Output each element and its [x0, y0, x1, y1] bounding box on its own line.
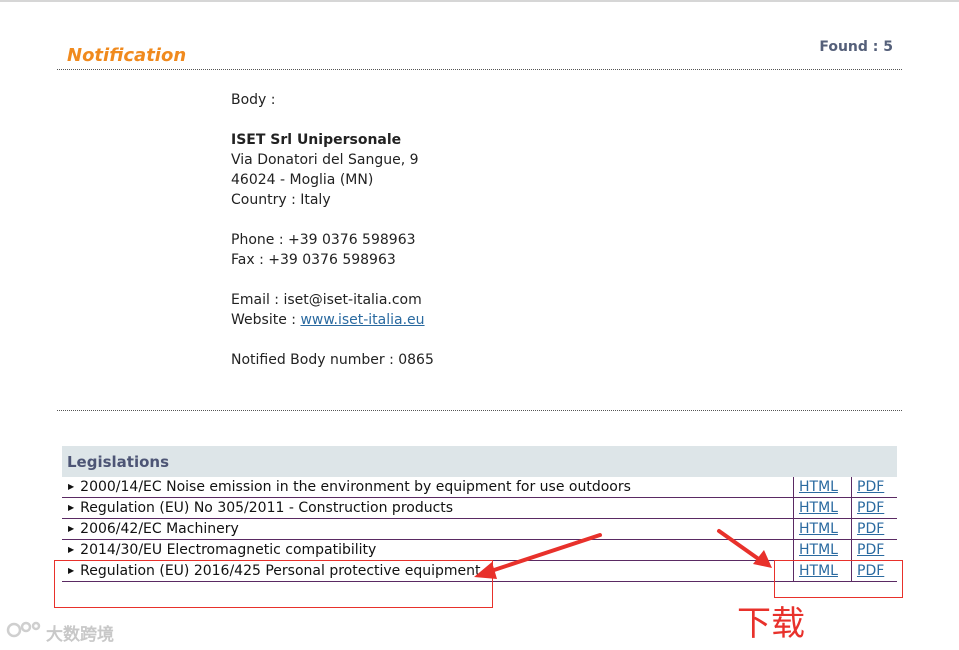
arrowhead-icon — [474, 562, 497, 579]
download-annotation-label: 下载 — [737, 604, 805, 644]
annotation-arrows — [474, 529, 772, 579]
arrow-to-download-links-icon — [717, 529, 762, 562]
arrow-to-ppe-row-icon — [486, 533, 602, 574]
watermark-text: 大数跨境 — [46, 625, 114, 645]
watermark-logo-icon — [6, 621, 41, 638]
